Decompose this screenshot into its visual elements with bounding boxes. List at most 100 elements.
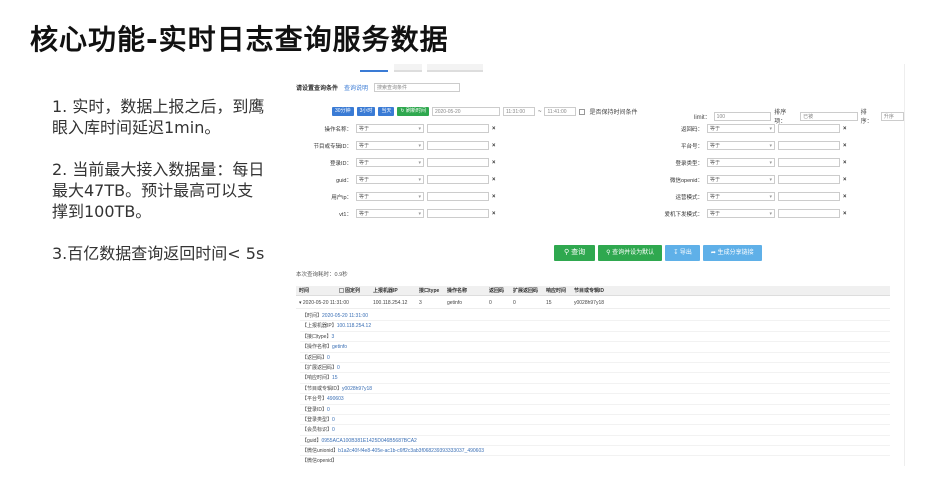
export-button[interactable]: ↧ 导出: [665, 245, 700, 261]
filter-value-input[interactable]: [778, 209, 840, 218]
keep-time-checkbox[interactable]: [579, 108, 586, 115]
detail-key: 【登录ID】: [302, 406, 328, 413]
start-time-input[interactable]: 11:31:00: [502, 107, 535, 116]
chevron-down-icon: ▾: [418, 211, 421, 217]
column-header: 操作名称: [447, 288, 468, 294]
action-buttons: ⚲ 查询 ⚲ 查询并设为默认 ↧ 导出 ➦ 生成分享链接: [554, 245, 762, 261]
filter-value-input[interactable]: [778, 141, 840, 150]
date-input[interactable]: 2020-05-20: [431, 107, 500, 116]
time-3hour-button[interactable]: 3小时: [356, 107, 376, 116]
filter-value-input[interactable]: [778, 124, 840, 133]
detail-key: 【扩展返回码】: [302, 364, 338, 371]
filter-row-right-4: 微信openid： 等于 ▾ ×: [637, 175, 847, 184]
fixed-column-checkbox[interactable]: [339, 288, 344, 294]
filter-row-right-2: 平台号： 等于 ▾ ×: [637, 141, 847, 150]
detail-value: 0: [332, 427, 335, 434]
detail-line: 【微信openid】: [300, 456, 890, 466]
time-30min-button[interactable]: 30分钟: [332, 107, 354, 116]
close-icon[interactable]: ×: [492, 211, 496, 217]
filter-value-input[interactable]: [427, 209, 489, 218]
tab-bar: [360, 64, 487, 72]
column-header: 时间: [299, 288, 310, 294]
detail-line: 【平台号】490603: [300, 394, 890, 405]
detail-line: 【时间】2020-05-20 11:31:00: [300, 311, 890, 322]
filter-value-input[interactable]: [778, 192, 840, 201]
expand-caret-icon[interactable]: ▾: [299, 300, 302, 306]
limit-label: limit：: [694, 114, 711, 121]
tab-third[interactable]: [427, 64, 484, 72]
column-header: 扩展返回码: [513, 288, 539, 294]
filter-value-input[interactable]: [427, 192, 489, 201]
filter-value-input[interactable]: [427, 175, 489, 184]
detail-line: 【接口type】3: [300, 332, 890, 343]
filter-operator-select[interactable]: 等于 ▾: [707, 209, 775, 218]
close-icon[interactable]: ×: [492, 143, 496, 149]
filter-operator-select[interactable]: 等于 ▾: [356, 209, 424, 218]
filter-operator-select[interactable]: 等于 ▾: [356, 124, 424, 133]
table-row[interactable]: ▾ 2020-05-20 11:31:00 100.118.254.12 3 g…: [296, 298, 890, 309]
chevron-down-icon: ▾: [769, 194, 772, 200]
filter-value-input[interactable]: [427, 158, 489, 167]
tab-second[interactable]: [393, 64, 422, 72]
close-icon[interactable]: ×: [492, 194, 496, 200]
query-label: 查询: [571, 249, 586, 256]
time-value: 2020-05-20 11:31:00: [302, 300, 349, 306]
table-cell-time: ▾ 2020-05-20 11:31:00: [296, 298, 370, 308]
chevron-down-icon: ▾: [418, 177, 421, 183]
filter-operator-select[interactable]: 等于 ▾: [707, 175, 775, 184]
filter-operator-select[interactable]: 等于 ▾: [356, 158, 424, 167]
filter-operator-select[interactable]: 等于 ▾: [707, 158, 775, 167]
filter-operator-select[interactable]: 等于 ▾: [356, 192, 424, 201]
query-button[interactable]: ⚲ 查询: [554, 245, 596, 261]
filter-row-right-6: 爱机下发模式： 等于 ▾ ×: [637, 209, 847, 218]
share-link-button[interactable]: ➦ 生成分享链接: [702, 245, 762, 261]
sort-order-select[interactable]: 升序: [880, 111, 904, 121]
condition-search-input[interactable]: 搜索查询条件: [374, 83, 461, 92]
log-query-screenshot: 请设置查询条件 查询说明 搜索查询条件 30分钟 3小时 当天 ↻ 刷新时间 2…: [284, 64, 905, 466]
time-today-button[interactable]: 当天: [378, 107, 395, 116]
filter-value-input[interactable]: [427, 141, 489, 150]
close-icon[interactable]: ×: [492, 177, 496, 183]
filter-value-input[interactable]: [778, 175, 840, 184]
close-icon[interactable]: ×: [843, 177, 847, 183]
end-time-input[interactable]: 11:41:00: [544, 107, 577, 116]
filter-row-left-2: 节目或专辑ID： 等于 ▾ ×: [286, 141, 496, 150]
time-separator: ~: [537, 108, 542, 115]
close-icon[interactable]: ×: [843, 194, 847, 200]
sort-field-value: 已被: [803, 113, 814, 120]
filter-operator-select[interactable]: 等于 ▾: [356, 175, 424, 184]
filter-operator-select[interactable]: 等于 ▾: [707, 192, 775, 201]
filter-operator-select[interactable]: 等于 ▾: [707, 141, 775, 150]
limit-input[interactable]: 100: [713, 111, 772, 121]
column-header: 接口type: [419, 288, 440, 294]
detail-line: 【登录ID】0: [300, 405, 890, 415]
filter-label: 爱机下发模式：: [664, 211, 703, 218]
tab-active[interactable]: [360, 64, 388, 72]
close-icon[interactable]: ×: [492, 160, 496, 166]
filter-label: 用户ip：: [331, 194, 352, 201]
column-header: 固定列: [336, 286, 370, 295]
sort-order-label: 排序：: [860, 110, 873, 125]
condition-help-link[interactable]: 查询说明: [344, 83, 368, 92]
detail-value: 100.118.254.12: [336, 323, 372, 330]
operator-value: 等于: [710, 160, 721, 166]
sort-field-label: 排序项：: [774, 110, 787, 125]
query-set-default-button[interactable]: ⚲ 查询并设为默认: [598, 245, 663, 261]
filter-value-input[interactable]: [427, 124, 489, 133]
filter-operator-select[interactable]: 等于 ▾: [707, 124, 775, 133]
chevron-down-icon: ▾: [769, 211, 772, 217]
refresh-time-label: 刷新时间: [405, 108, 426, 114]
filter-label: 操作名称：: [324, 126, 352, 133]
close-icon[interactable]: ×: [843, 126, 847, 132]
close-icon[interactable]: ×: [843, 143, 847, 149]
filter-value-input[interactable]: [778, 158, 840, 167]
table-cell-ip: 100.118.254.12: [373, 300, 408, 306]
close-icon[interactable]: ×: [492, 126, 496, 132]
detail-value: 0: [337, 364, 340, 371]
close-icon[interactable]: ×: [843, 160, 847, 166]
table-cell-resp: 15: [546, 300, 552, 306]
sort-field-select[interactable]: 已被: [800, 111, 858, 121]
refresh-time-button[interactable]: ↻ 刷新时间: [397, 107, 429, 116]
close-icon[interactable]: ×: [843, 211, 847, 217]
filter-operator-select[interactable]: 等于 ▾: [356, 141, 424, 150]
